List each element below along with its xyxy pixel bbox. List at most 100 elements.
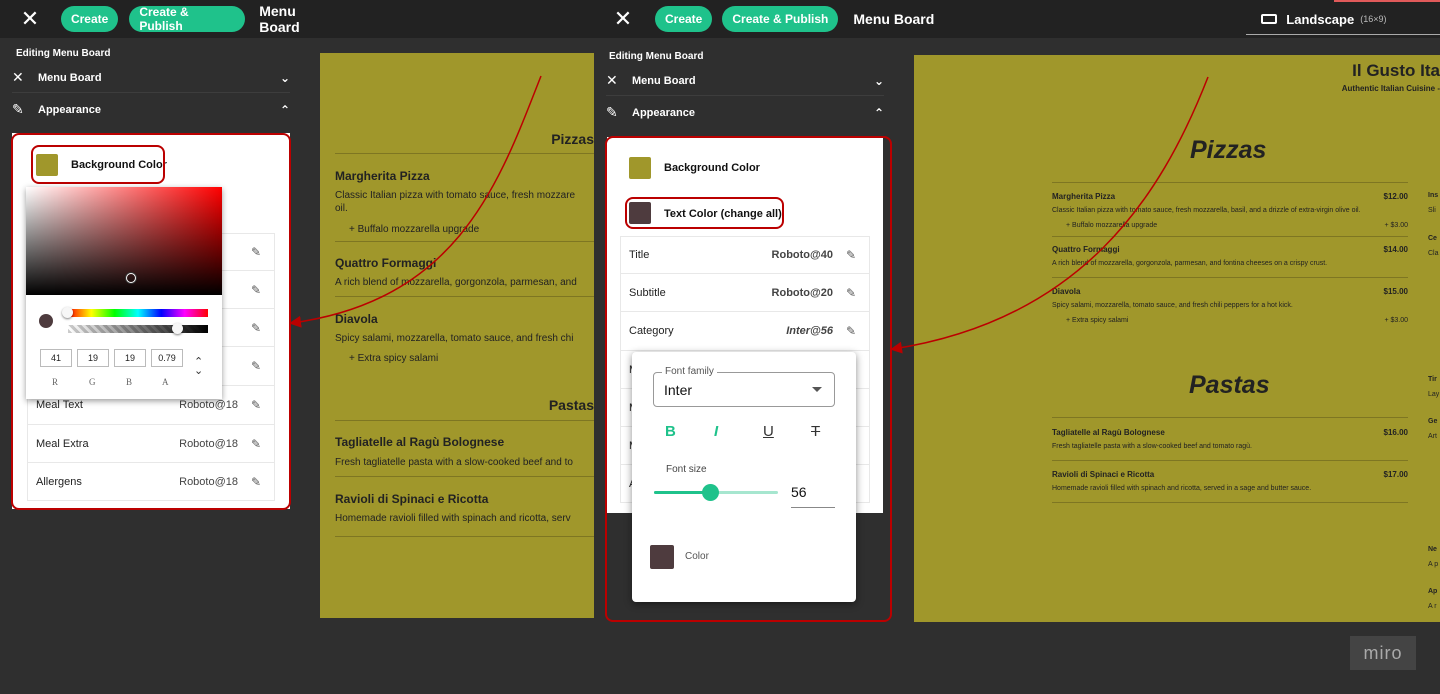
chevron-up-icon[interactable]: ⌃ (280, 103, 290, 117)
font-color-label: Color (685, 551, 709, 562)
create-button[interactable]: Create (60, 6, 119, 32)
create-publish-button[interactable]: Create & Publish (722, 6, 839, 32)
item-desc-2: oil. (335, 203, 348, 214)
alpha-slider[interactable] (68, 325, 208, 333)
label-a: A (162, 377, 169, 387)
alpha-input[interactable]: 0.79 (151, 349, 183, 367)
alpha-handle[interactable] (172, 323, 183, 334)
hue-slider[interactable] (68, 309, 208, 317)
item-extra: + Buffalo mozzarella upgrade (349, 224, 480, 235)
category-pizzas: Pizzas (551, 131, 594, 147)
accordion-menu-board[interactable]: ✕ Menu Board ⌄ (12, 63, 290, 93)
miro-watermark: miro (1350, 636, 1416, 670)
divider (1052, 182, 1408, 183)
item-name: Tagliatelle al Ragù Bolognese (1052, 428, 1165, 437)
edge-snippet: Art (1428, 433, 1437, 440)
chevron-up-icon[interactable]: ⌃ (874, 106, 884, 120)
orientation-select[interactable]: Landscape (1286, 12, 1354, 27)
annotation-box (31, 145, 165, 184)
divider (1052, 417, 1408, 418)
pencil-icon[interactable]: ✎ (238, 321, 274, 335)
category-pizzas: Pizzas (1190, 136, 1267, 164)
utensils-icon: ✕ (606, 72, 618, 89)
accordion-appearance[interactable]: ✎ Appearance ⌃ (12, 95, 290, 125)
dropdown-arrow-icon[interactable] (812, 387, 822, 392)
divider (335, 420, 594, 421)
accordion-label: Menu Board (632, 74, 696, 87)
accordion-label: Appearance (632, 107, 695, 119)
color-preview (39, 314, 53, 328)
chevron-down-icon[interactable]: ⌄ (280, 71, 290, 85)
font-color-swatch[interactable] (650, 545, 674, 569)
pencil-icon[interactable]: ✎ (238, 245, 274, 259)
close-icon[interactable]: ✕ (613, 7, 633, 32)
item-name: Margherita Pizza (1052, 192, 1116, 201)
item-price: $15.00 (1383, 287, 1408, 296)
item-desc: Spicy salami, mozzarella, tomato sauce, … (1052, 302, 1293, 309)
menu-subtitle: Authentic Italian Cuisine - (1341, 84, 1440, 93)
label-b: B (126, 377, 133, 387)
divider (335, 296, 594, 297)
pencil-icon[interactable]: ✎ (238, 359, 274, 373)
saturation-handle[interactable] (126, 273, 136, 283)
saturation-area[interactable] (26, 187, 222, 295)
format-toggle-icon[interactable]: ⌃ ⌄ (194, 356, 203, 376)
sidebar-heading: Editing Menu Board (16, 48, 111, 59)
eyedropper-icon: ✎ (606, 105, 618, 121)
font-size-input[interactable]: 56 (791, 484, 835, 508)
font-size-thumb[interactable] (701, 484, 719, 501)
accordion-menu-board[interactable]: ✕ Menu Board ⌄ (606, 66, 884, 96)
row-value: Roboto@18 (179, 437, 238, 450)
italic-button[interactable]: I (714, 423, 718, 440)
item-extra-price: + $3.00 (1384, 317, 1408, 324)
bold-button[interactable]: B (665, 423, 676, 440)
underline-button[interactable]: U (763, 423, 774, 440)
create-button[interactable]: Create (655, 6, 713, 32)
item-price: $12.00 (1383, 192, 1408, 201)
pencil-icon[interactable]: ✎ (833, 324, 869, 338)
pencil-icon[interactable]: ✎ (238, 437, 274, 451)
close-icon[interactable]: ✕ (20, 7, 40, 32)
item-extra: + Buffalo mozzarella upgrade (1066, 222, 1158, 229)
row-category[interactable]: Category Inter@56 ✎ (620, 312, 870, 351)
pencil-icon[interactable]: ✎ (833, 248, 869, 262)
background-color-swatch[interactable] (629, 157, 651, 179)
item-desc: Homemade ravioli filled with spinach and… (335, 513, 571, 524)
item-name: Margherita Pizza (335, 169, 430, 183)
right-menu-preview: Il Gusto Ita Authentic Italian Cuisine -… (914, 55, 1440, 622)
row-name: Allergens (36, 475, 82, 488)
category-pastas: Pastas (1189, 371, 1270, 399)
label-r: R (52, 377, 59, 387)
row-allergens[interactable]: Allergens Roboto@18 ✎ (27, 463, 275, 501)
sidebar-heading: Editing Menu Board (609, 51, 704, 62)
row-title[interactable]: Title Roboto@40 ✎ (620, 236, 870, 274)
divider (335, 476, 594, 477)
pencil-icon[interactable]: ✎ (238, 398, 274, 412)
row-value: Inter@56 (786, 325, 833, 337)
hue-handle[interactable] (62, 307, 73, 318)
pencil-icon[interactable]: ✎ (833, 286, 869, 300)
row-subtitle[interactable]: Subtitle Roboto@20 ✎ (620, 274, 870, 312)
blue-input[interactable]: 19 (114, 349, 146, 367)
accordion-appearance[interactable]: ✎ Appearance ⌃ (606, 98, 884, 128)
chevron-down-icon[interactable]: ⌄ (874, 74, 884, 88)
item-desc: Fresh tagliatelle pasta with a slow-cook… (1052, 443, 1253, 450)
font-family-label: Font family (662, 366, 717, 377)
green-input[interactable]: 19 (77, 349, 109, 367)
pencil-icon[interactable]: ✎ (238, 475, 274, 489)
create-publish-button[interactable]: Create & Publish (129, 5, 246, 33)
item-desc: A rich blend of mozzarella, gorgonzola, … (1052, 260, 1328, 267)
item-name: Diavola (1052, 287, 1081, 296)
orientation-ratio: (16×9) (1360, 14, 1387, 24)
item-desc: Fresh tagliatelle pasta with a slow-cook… (335, 457, 573, 468)
divider (335, 153, 594, 154)
row-value: Roboto@40 (771, 249, 833, 261)
divider (1052, 236, 1408, 237)
strikethrough-button[interactable]: T (811, 423, 820, 440)
row-meal-extra[interactable]: Meal Extra Roboto@18 ✎ (27, 425, 275, 463)
divider (335, 241, 594, 242)
pencil-icon[interactable]: ✎ (238, 283, 274, 297)
category-pastas: Pastas (548, 397, 594, 413)
red-input[interactable]: 41 (40, 349, 72, 367)
edge-snippet: Sli (1428, 207, 1436, 214)
